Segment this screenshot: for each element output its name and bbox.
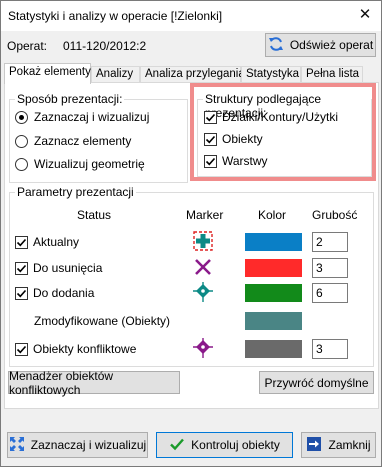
expand-arrows-icon [9, 436, 25, 455]
teal-plus-icon[interactable] [193, 231, 213, 251]
checkmark-icon [16, 289, 27, 297]
radio-button[interactable] [15, 157, 28, 171]
row-label-modified: Zmodyfikowane (Obiekty) [34, 314, 171, 328]
restore-defaults-button[interactable]: Przywróć domyślne [259, 371, 374, 394]
tab-analyses[interactable]: Analizy [91, 66, 140, 83]
tab-show-elements[interactable]: Pokaż elementy [4, 63, 91, 84]
exit-icon [306, 436, 322, 455]
title-bar: Statystyki i analizy w operacie [!Zielon… [1, 1, 381, 31]
check-objects-button[interactable]: Kontroluj obiekty [156, 432, 293, 458]
checkbox[interactable] [15, 261, 28, 275]
row-current-check[interactable]: Aktualny [15, 235, 79, 249]
checkmark-icon [169, 436, 185, 455]
radio-button[interactable] [15, 134, 28, 148]
tab-strip: Pokaż elementy Analizy Analiza przylegan… [4, 63, 380, 84]
check-objects-label: Kontroluj obiekty [191, 438, 280, 452]
row-label: Aktualny [33, 235, 80, 249]
refresh-icon [268, 36, 284, 55]
presentation-mode-group: Sposób prezentacji: Zaznaczaj i wizualiz… [9, 92, 188, 183]
operat-value: 011-120/2012:2 [63, 39, 147, 53]
thickness-input[interactable]: 3 [312, 258, 348, 278]
radio-select-elements[interactable]: Zaznacz elementy [15, 134, 131, 148]
refresh-operat-button[interactable]: Odśwież operat [265, 33, 376, 57]
header-thickness: Grubość [312, 208, 358, 222]
teal-diamond-icon[interactable] [193, 282, 213, 302]
header-marker: Marker [186, 208, 224, 222]
presentation-mode-title: Sposób prezentacji: [15, 92, 125, 106]
purple-x-icon[interactable] [193, 257, 213, 277]
window-title: Statystyki i analizy w operacie [!Zielon… [8, 9, 223, 23]
close-label: Zamknij [328, 438, 371, 452]
refresh-operat-label: Odśwież operat [289, 38, 374, 52]
dialog-window: Statystyki i analizy w operacie [!Zielon… [0, 0, 382, 467]
radio-button[interactable] [15, 110, 28, 124]
select-visualize-button[interactable]: Zaznaczaj i wizualizuj [7, 432, 148, 458]
radio-label: Wizualizuj geometrię [34, 157, 145, 171]
operat-label: Operat: [7, 39, 48, 53]
color-swatch[interactable] [245, 340, 302, 358]
conflict-manager-button[interactable]: Menadżer obiektów konfliktowych [8, 369, 180, 397]
presentation-params-group: Parametry prezentacji Status Marker Kolo… [9, 185, 374, 367]
purple-diamond-icon[interactable] [193, 338, 213, 358]
color-swatch[interactable] [245, 312, 302, 330]
row-label: Do usunięcia [33, 261, 103, 275]
tab-full-list[interactable]: Pełna lista [301, 66, 363, 83]
close-icon[interactable]: ✕ [357, 7, 373, 23]
checkmark-icon [16, 264, 27, 272]
tab-statistics[interactable]: Statystyka [241, 66, 301, 83]
close-button[interactable]: Zamknij [301, 432, 376, 458]
checkbox[interactable] [15, 342, 28, 356]
color-swatch[interactable] [245, 284, 302, 302]
checkmark-icon [16, 345, 27, 353]
row-to-add-check[interactable]: Do dodania [15, 286, 94, 300]
thickness-input[interactable]: 2 [312, 232, 348, 252]
radio-visualize-geometry[interactable]: Wizualizuj geometrię [15, 157, 145, 171]
row-label: Do dodania [33, 286, 95, 300]
header-status: Status [77, 208, 112, 222]
row-conflict-check[interactable]: Obiekty konfliktowe [15, 342, 136, 356]
highlight-frame [190, 83, 376, 181]
radio-label: Zaznacz elementy [34, 134, 132, 148]
checkmark-icon [16, 238, 27, 246]
radio-label: Zaznaczaj i wizualizuj [34, 110, 150, 124]
checkbox[interactable] [15, 286, 28, 300]
thickness-input[interactable]: 6 [312, 283, 348, 303]
color-swatch[interactable] [245, 233, 302, 251]
row-to-delete-check[interactable]: Do usunięcia [15, 261, 102, 275]
color-swatch[interactable] [245, 259, 302, 277]
header-color: Kolor [258, 208, 287, 222]
checkbox[interactable] [15, 235, 28, 249]
params-title: Parametry prezentacji [15, 185, 136, 199]
row-label: Obiekty konfliktowe [33, 342, 137, 356]
tab-adjacency-analysis[interactable]: Analiza przylegania [140, 66, 245, 83]
select-visualize-label: Zaznaczaj i wizualizuj [30, 438, 147, 452]
radio-select-visualize[interactable]: Zaznaczaj i wizualizuj [15, 110, 149, 124]
thickness-input[interactable]: 3 [312, 339, 348, 359]
